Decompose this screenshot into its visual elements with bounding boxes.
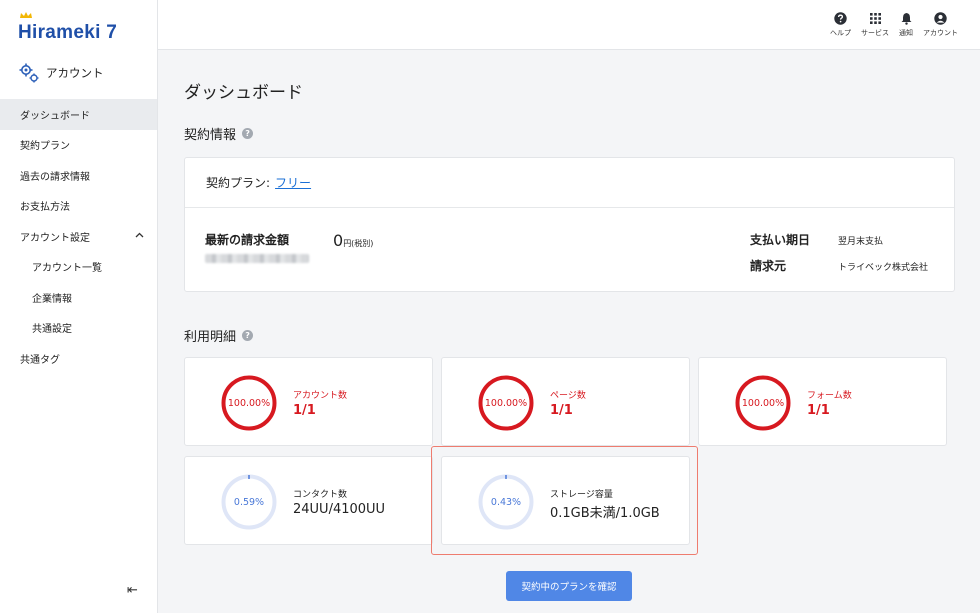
sidebar-item-company-info[interactable]: 企業情報: [0, 282, 157, 313]
sidebar-item-payment-method[interactable]: お支払方法: [0, 191, 157, 222]
grid-icon: [869, 13, 881, 24]
percent-label: 100.00%: [741, 397, 785, 409]
chevron-up-icon: [135, 232, 144, 238]
usage-card-contacts: 0.59% コンタクト数 24UU/4100UU: [184, 456, 433, 545]
stat-label: コンタクト数: [293, 490, 348, 500]
services-button[interactable]: サービス: [861, 12, 889, 38]
crown-icon: [20, 12, 32, 18]
stat-label: フォーム数: [807, 391, 852, 401]
percent-label: 0.59%: [233, 496, 265, 508]
sidebar-item-contract-plan[interactable]: 契約プラン: [0, 130, 157, 161]
collapse-left-icon[interactable]: ⇤: [127, 583, 138, 598]
sidebar-nav: ダッシュボード 契約プラン 過去の請求情報 お支払方法 アカウント設定 アカウン…: [0, 99, 157, 374]
top-bar: ヘルプ サービス 通知 アカウント: [158, 0, 980, 50]
gears-icon: [19, 63, 39, 83]
help-icon: [834, 12, 847, 25]
plan-row: 契約プラン: フリー: [185, 158, 954, 208]
stat-value: 1/1: [293, 403, 316, 418]
account-label: アカウント: [923, 29, 958, 37]
due-date-label: 支払い期日: [750, 233, 811, 247]
app-logo[interactable]: Hirameki 7: [18, 12, 118, 44]
usage-section-title: 利用明細 ?: [184, 326, 254, 345]
notifications-button[interactable]: 通知: [899, 12, 913, 38]
contract-section-label: 契約情報: [184, 128, 237, 143]
sidebar-item-common-settings[interactable]: 共通設定: [0, 313, 157, 344]
sidebar-item-account-settings[interactable]: アカウント設定: [0, 221, 157, 252]
contract-card: 契約プラン: フリー 最新の請求金額 0円(税別) 支払い期日 翌月末支払 請求…: [184, 157, 955, 292]
stat-value: 1/1: [550, 403, 573, 418]
billing-amount: 0円(税別): [333, 231, 373, 250]
due-date-value: 翌月末支払: [838, 237, 884, 247]
sidebar-section-account: アカウント: [18, 62, 104, 84]
notifications-label: 通知: [899, 29, 913, 37]
amount-value: 0: [333, 231, 344, 250]
stat-label: ページ数: [550, 391, 586, 401]
sidebar: Hirameki 7 アカウント ダッシュボード 契約プラン 過去の請求情報 お…: [0, 0, 158, 613]
stat-label: アカウント数: [293, 391, 348, 401]
confirm-plan-button[interactable]: 契約中のプランを確認: [506, 571, 632, 601]
bell-icon: [901, 13, 911, 25]
amount-unit: 円(税別): [343, 239, 374, 248]
issuer-label: 請求元: [750, 259, 787, 273]
help-label: ヘルプ: [830, 29, 851, 37]
user-circle-icon: [934, 12, 947, 25]
stat-value: 1/1: [807, 403, 830, 418]
sidebar-item-account-list[interactable]: アカウント一覧: [0, 252, 157, 283]
services-label: サービス: [861, 29, 889, 37]
sidebar-item-label: アカウント設定: [20, 232, 90, 244]
page-title: ダッシュボード: [184, 83, 303, 103]
help-icon[interactable]: ?: [242, 330, 254, 341]
usage-card-pages: 100.00% ページ数 1/1: [441, 357, 690, 446]
help-icon[interactable]: ?: [242, 128, 254, 139]
sidebar-item-common-tags[interactable]: 共通タグ: [0, 343, 157, 374]
plan-link[interactable]: フリー: [275, 174, 311, 191]
sidebar-item-dashboard[interactable]: ダッシュボード: [0, 99, 157, 130]
storage-highlight: [431, 446, 698, 555]
usage-card-accounts: 100.00% アカウント数 1/1: [184, 357, 433, 446]
sidebar-item-billing-history[interactable]: 過去の請求情報: [0, 160, 157, 191]
percent-label: 100.00%: [227, 397, 271, 409]
billing-label: 最新の請求金額: [205, 233, 290, 247]
stat-value: 24UU/4100UU: [293, 502, 386, 517]
plan-label: 契約プラン:: [206, 176, 271, 190]
redacted-billing-period: [205, 254, 309, 263]
help-button[interactable]: ヘルプ: [830, 12, 851, 38]
sidebar-section-label: アカウント: [46, 66, 104, 80]
logo-text: Hirameki 7: [18, 22, 118, 43]
account-button[interactable]: アカウント: [923, 12, 958, 38]
usage-section-label: 利用明細: [184, 330, 237, 345]
percent-label: 100.00%: [484, 397, 528, 409]
contract-section-title: 契約情報 ?: [184, 124, 254, 143]
issuer-value: トライベック株式会社: [838, 263, 929, 273]
usage-card-forms: 100.00% フォーム数 1/1: [698, 357, 947, 446]
